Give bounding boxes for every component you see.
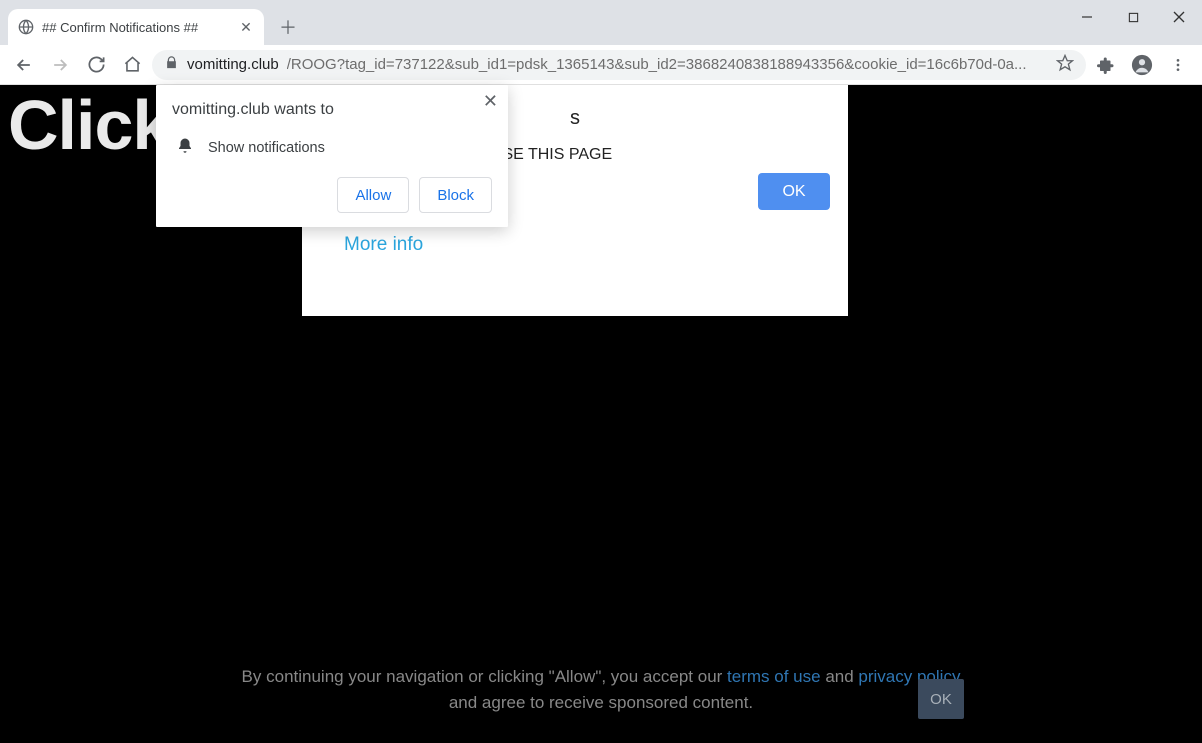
url-path: /ROOG?tag_id=737122&sub_id1=pdsk_1365143…: [287, 56, 1048, 73]
more-info-link[interactable]: More info: [344, 234, 423, 256]
maximize-button[interactable]: [1110, 0, 1156, 34]
footer-text-2: and agree to receive sponsored content.: [449, 693, 753, 712]
footer-ok-button[interactable]: OK: [918, 679, 964, 719]
browser-tab[interactable]: ## Confirm Notifications ## ✕: [8, 9, 264, 45]
home-button[interactable]: [116, 49, 148, 81]
tab-strip: ## Confirm Notifications ## ✕ ＋: [0, 0, 1202, 45]
permission-label: Show notifications: [208, 140, 325, 156]
globe-icon: [18, 19, 34, 35]
close-icon[interactable]: ✕: [238, 19, 254, 36]
url-host: vomitting.club: [187, 56, 279, 73]
block-button[interactable]: Block: [419, 177, 492, 213]
tab-title: ## Confirm Notifications ##: [42, 20, 230, 35]
extensions-button[interactable]: [1090, 49, 1122, 81]
minimize-button[interactable]: [1064, 0, 1110, 34]
allow-button[interactable]: Allow: [337, 177, 409, 213]
footer-text: By continuing your navigation or clickin…: [242, 667, 728, 686]
bookmark-star-icon[interactable]: [1056, 54, 1074, 76]
close-icon[interactable]: ✕: [483, 91, 498, 112]
lock-icon: [164, 55, 179, 74]
browser-toolbar: vomitting.club/ROOG?tag_id=737122&sub_id…: [0, 45, 1202, 85]
bell-icon: [176, 137, 194, 159]
address-bar[interactable]: vomitting.club/ROOG?tag_id=737122&sub_id…: [152, 50, 1086, 80]
back-button[interactable]: [8, 49, 40, 81]
new-tab-button[interactable]: ＋: [274, 13, 302, 41]
page-modal-ok-button[interactable]: OK: [758, 173, 830, 210]
close-window-button[interactable]: [1156, 0, 1202, 34]
window-controls: [1064, 0, 1202, 34]
consent-footer: By continuing your navigation or clickin…: [0, 664, 1202, 715]
menu-button[interactable]: [1162, 49, 1194, 81]
permission-origin-text: vomitting.club wants to: [172, 101, 492, 119]
profile-button[interactable]: [1126, 49, 1158, 81]
terms-link[interactable]: terms of use: [727, 667, 821, 686]
forward-button[interactable]: [44, 49, 76, 81]
notification-permission-prompt: ✕ vomitting.club wants to Show notificat…: [156, 85, 508, 227]
reload-button[interactable]: [80, 49, 112, 81]
